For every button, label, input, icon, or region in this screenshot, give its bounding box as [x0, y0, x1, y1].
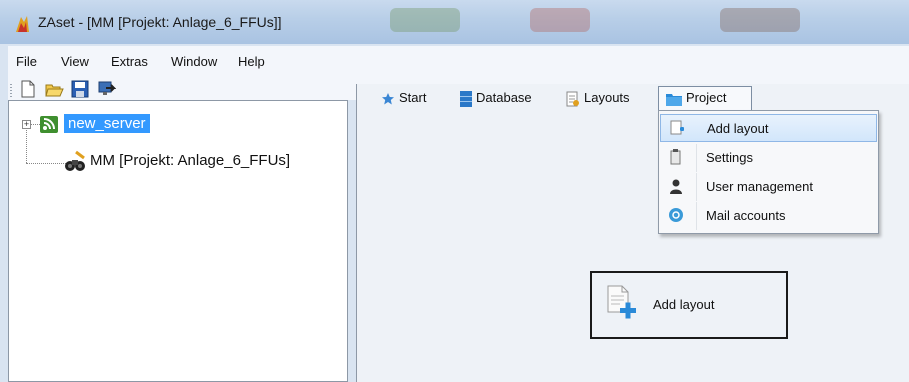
tree-pane[interactable]	[8, 100, 348, 382]
user-icon	[670, 179, 682, 194]
menu-help[interactable]: Help	[238, 54, 265, 69]
tree-connector	[26, 130, 27, 163]
add-layout-icon	[670, 120, 684, 135]
folder-icon	[666, 93, 682, 106]
tab-project[interactable]: Project	[666, 90, 726, 110]
menu-window[interactable]: Window	[171, 54, 217, 69]
menu-item-add-layout[interactable]: Add layout	[660, 114, 877, 142]
menu-item-label: Settings	[706, 150, 753, 165]
menu-extras[interactable]: Extras	[111, 54, 148, 69]
binoculars-icon	[65, 150, 85, 171]
menu-view[interactable]: View	[61, 54, 89, 69]
tab-layouts-label: Layouts	[584, 90, 630, 105]
mail-icon	[669, 208, 683, 222]
menu-file[interactable]: File	[16, 54, 37, 69]
tree-connector	[26, 163, 66, 164]
tab-database-label: Database	[476, 90, 532, 105]
tree-connector	[31, 124, 40, 125]
menu-item-mail-accounts[interactable]: Mail accounts	[660, 202, 877, 230]
menu-item-user-management[interactable]: User management	[660, 173, 877, 201]
new-file-icon[interactable]	[18, 79, 38, 99]
settings-icon	[670, 149, 681, 165]
add-layout-button-label: Add layout	[653, 297, 715, 312]
tree-expander[interactable]: +	[22, 120, 31, 129]
tree-node-new-server[interactable]: new_server	[64, 114, 150, 133]
tab-database[interactable]: Database	[460, 90, 532, 110]
tree-node-project[interactable]: MM [Projekt: Anlage_6_FFUs]	[90, 152, 290, 169]
add-layout-icon	[607, 285, 636, 319]
menu-item-settings[interactable]: Settings	[660, 144, 877, 172]
window-title: ZAset - [MM [Projekt: Anlage_6_FFUs]]	[38, 14, 282, 30]
connect-icon[interactable]	[96, 79, 116, 99]
menu-item-label: User management	[706, 179, 813, 194]
server-rss-icon	[40, 116, 58, 133]
menu-item-label: Add layout	[707, 121, 769, 136]
toolbar-grip[interactable]	[10, 84, 12, 98]
menu-item-label: Mail accounts	[706, 208, 786, 223]
tab-project-label: Project	[686, 90, 727, 105]
layouts-icon	[566, 91, 579, 107]
save-icon[interactable]	[70, 79, 90, 99]
database-icon	[460, 90, 472, 107]
tab-start[interactable]: Start	[381, 90, 426, 110]
tab-start-label: Start	[399, 90, 427, 105]
menu-bar: File View Extras Window Help	[8, 46, 909, 77]
open-folder-icon[interactable]	[44, 79, 64, 99]
app-icon	[16, 16, 29, 32]
star-icon	[382, 92, 394, 105]
project-menu: Add layout Settings User management Mail…	[658, 110, 879, 234]
tab-layouts[interactable]: Layouts	[564, 90, 630, 110]
